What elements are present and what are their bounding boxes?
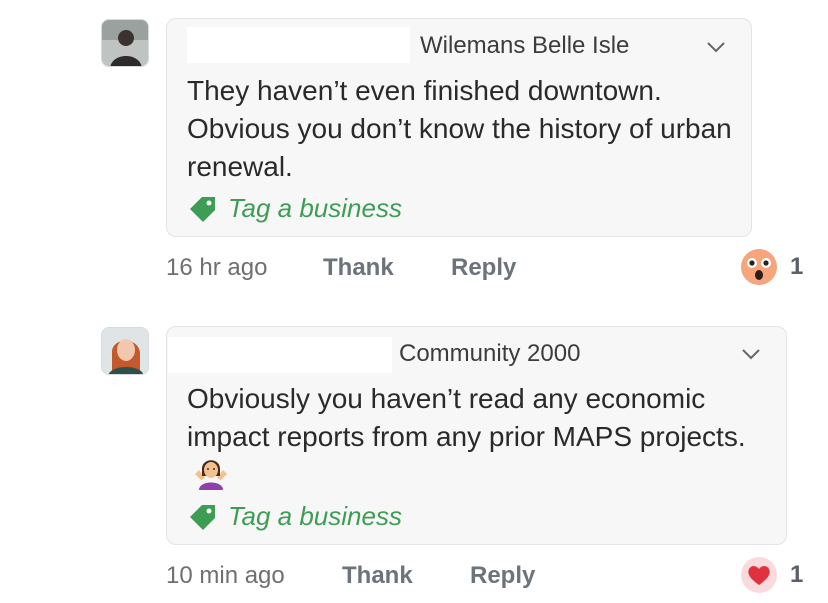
- reply-action[interactable]: Reply: [470, 562, 535, 590]
- chevron-down-icon[interactable]: [740, 347, 762, 361]
- avatar[interactable]: [101, 327, 149, 375]
- comment-text: They haven’t even finished downtown. Obv…: [187, 75, 732, 182]
- reply-action[interactable]: Reply: [451, 254, 516, 282]
- avatar[interactable]: [101, 19, 149, 67]
- reaction-count: 1: [790, 561, 804, 588]
- thank-action[interactable]: Thank: [342, 562, 413, 590]
- reply-button[interactable]: Reply: [451, 254, 516, 281]
- tag-business-link[interactable]: Tag a business: [188, 193, 402, 224]
- tag-business-link[interactable]: Tag a business: [188, 501, 402, 532]
- tag-icon: [190, 504, 215, 530]
- tag-business-label: Tag a business: [228, 501, 402, 531]
- redacted-name: [187, 27, 410, 63]
- chevron-down-icon[interactable]: [705, 40, 727, 54]
- timestamp: 16 hr ago: [166, 254, 268, 281]
- tag-business-label: Tag a business: [228, 193, 402, 223]
- reply-button[interactable]: Reply: [470, 562, 535, 589]
- redacted-name: [168, 337, 392, 373]
- reaction-summary[interactable]: 1: [740, 248, 803, 286]
- author-name[interactable]: Wilemans Belle Isle: [420, 32, 629, 60]
- reaction-summary[interactable]: 1: [740, 556, 803, 594]
- author-name[interactable]: Community 2000: [399, 340, 580, 368]
- thank-action[interactable]: Thank: [323, 254, 394, 282]
- thank-button[interactable]: Thank: [323, 254, 394, 281]
- surprised-face-icon: [741, 249, 777, 285]
- heart-icon: [741, 557, 777, 593]
- timestamp: 10 min ago: [166, 562, 285, 589]
- comment-text-content: Obviously you haven’t read any economic …: [187, 383, 746, 452]
- comment-time: 10 min ago: [166, 562, 285, 590]
- thank-button[interactable]: Thank: [342, 562, 413, 589]
- person-shrugging-emoji: [195, 460, 227, 490]
- comment-time: 16 hr ago: [166, 254, 267, 282]
- tag-icon: [190, 196, 215, 222]
- reaction-count: 1: [790, 253, 804, 280]
- comment-text: Obviously you haven’t read any economic …: [187, 380, 777, 496]
